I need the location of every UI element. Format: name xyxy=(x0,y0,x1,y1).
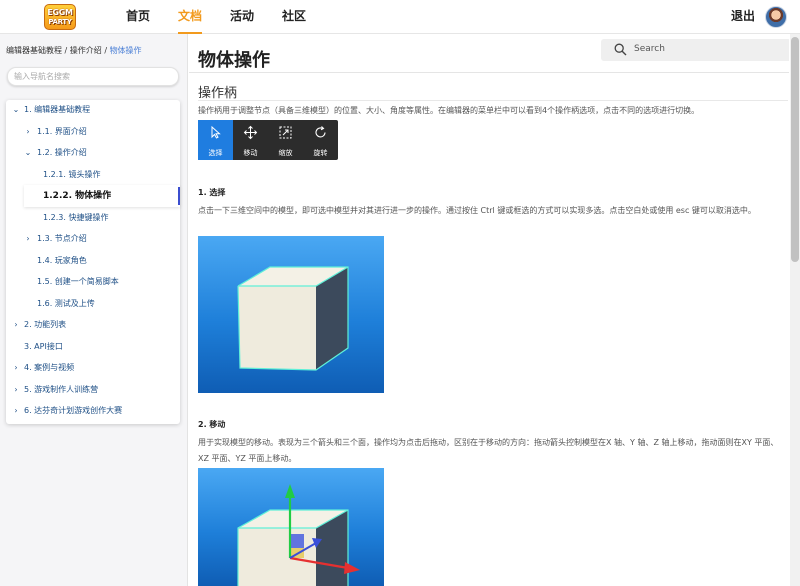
main-nav: 首页 文档 活动 社区 xyxy=(126,0,334,34)
scrollbar-thumb[interactable] xyxy=(791,37,799,262)
tool-label: 移动 xyxy=(243,149,258,157)
sidebar-item-contest[interactable]: › 6. 达芬奇计划游戏创作大赛 xyxy=(6,400,180,422)
section-title: 操作柄 xyxy=(198,86,238,101)
nav-tree: ⌄ 1. 编辑器基础教程 › 1.1. 界面介绍 ⌄ 1.2. 操作介绍 1.2… xyxy=(6,100,180,424)
search-label: Search xyxy=(634,44,665,54)
chevron-right-icon: › xyxy=(14,406,18,415)
sidebar-item-label: 1.2. 操作介绍 xyxy=(37,148,87,157)
nav-events[interactable]: 活动 xyxy=(230,0,254,34)
sidebar-item-label: 1.1. 界面介绍 xyxy=(37,126,87,136)
sidebar-item-object-ops[interactable]: 1.2.2. 物体操作 xyxy=(24,185,180,207)
select-demo-image xyxy=(198,236,384,393)
chevron-down-icon: ⌄ xyxy=(12,105,20,114)
sidebar-item-label: 1.4. 玩家角色 xyxy=(37,255,87,265)
active-indicator xyxy=(178,187,180,205)
title-divider xyxy=(189,72,789,73)
sidebar-item-test-upload[interactable]: 1.6. 测试及上传 xyxy=(6,293,180,315)
sidebar-item-label: 3. API接口 xyxy=(24,341,63,351)
sec2-title: 2. 移动 xyxy=(198,420,226,429)
sidebar-item-label: 1.3. 节点介绍 xyxy=(37,234,87,243)
doc-search-box[interactable]: Search xyxy=(601,39,789,61)
page-scrollbar[interactable] xyxy=(790,34,800,586)
avatar[interactable] xyxy=(765,6,787,28)
cursor-icon xyxy=(211,125,221,139)
sidebar-item-camera[interactable]: 1.2.1. 镜头操作 xyxy=(6,164,180,186)
sidebar-item-api[interactable]: 3. API接口 xyxy=(6,336,180,358)
move-demo-image xyxy=(198,468,384,586)
sec2-text: 用于实现模型的移动。表现为三个箭头和三个面，操作均为点击后拖动，区别在于移动的方… xyxy=(198,438,779,463)
tool-label: 旋转 xyxy=(313,149,328,157)
sidebar-item-label: 2. 功能列表 xyxy=(24,320,67,329)
sidebar-item-player[interactable]: 1.4. 玩家角色 xyxy=(6,250,180,272)
chevron-right-icon: › xyxy=(26,126,30,136)
sidebar-item-label: 1.2.1. 镜头操作 xyxy=(43,169,101,179)
breadcrumb-separator: / xyxy=(62,46,70,55)
breadcrumb-item[interactable]: 操作介绍 xyxy=(70,46,102,55)
tool-rotate[interactable]: 旋转 xyxy=(303,120,338,160)
sidebar: 编辑器基础教程 / 操作介绍 / 物体操作 ⌄ 1. 编辑器基础教程 › 1.1… xyxy=(0,34,188,586)
chevron-right-icon: › xyxy=(14,363,18,372)
nav-community[interactable]: 社区 xyxy=(282,0,306,34)
breadcrumb: 编辑器基础教程 / 操作介绍 / 物体操作 xyxy=(6,45,142,56)
sidebar-item-nodes[interactable]: › 1.3. 节点介绍 xyxy=(6,228,180,250)
chevron-right-icon: › xyxy=(14,320,18,329)
tool-label: 缩放 xyxy=(278,149,293,157)
nav-search-input[interactable] xyxy=(7,67,179,86)
top-header: EGGM PARTY 首页 文档 活动 社区 退出 xyxy=(0,0,800,34)
logo-text-bottom: PARTY xyxy=(48,18,72,26)
sidebar-item-camp[interactable]: › 5. 游戏制作人训练营 xyxy=(6,379,180,401)
nav-docs[interactable]: 文档 xyxy=(178,0,203,34)
rotate-icon xyxy=(315,126,326,138)
sidebar-item-label: 1.6. 测试及上传 xyxy=(37,298,95,308)
intro-text: 操作柄用于调整节点（具备三维模型）的位置、大小、角度等属性。在编辑器的菜单栏中可… xyxy=(198,106,700,115)
sidebar-item-label: 4. 案例与视频 xyxy=(24,363,75,372)
cube-move-illustration xyxy=(237,484,360,586)
nav-home[interactable]: 首页 xyxy=(126,0,150,34)
sidebar-item-label: 1.2.2. 物体操作 xyxy=(43,191,112,201)
sidebar-item-label: 6. 达芬奇计划游戏创作大赛 xyxy=(24,406,123,415)
main-content: 物体操作 Search 操作柄 操作柄用于调整节点（具备三维模型）的位置、大小、… xyxy=(189,34,789,586)
gizmo-toolbar: 选择 移动 缩放 旋转 xyxy=(198,120,338,160)
cube-illustration xyxy=(237,266,349,371)
breadcrumb-separator: / xyxy=(101,46,110,55)
logo-text-top: EGGM xyxy=(47,8,73,17)
tool-move[interactable]: 移动 xyxy=(233,120,268,160)
sidebar-item-label: 1.2.3. 快捷键操作 xyxy=(43,212,109,222)
sidebar-item-interface[interactable]: › 1.1. 界面介绍 xyxy=(6,121,180,143)
scale-icon xyxy=(279,126,292,139)
search-icon xyxy=(614,43,627,56)
sidebar-item-script[interactable]: 1.5. 创建一个简易脚本 xyxy=(6,271,180,293)
sidebar-item-label: 1. 编辑器基础教程 xyxy=(24,105,91,114)
page-title: 物体操作 xyxy=(198,50,270,71)
chevron-down-icon: ⌄ xyxy=(24,148,32,157)
breadcrumb-item[interactable]: 编辑器基础教程 xyxy=(6,46,62,55)
eggm-party-logo[interactable]: EGGM PARTY xyxy=(44,4,76,30)
breadcrumb-current: 物体操作 xyxy=(109,46,142,55)
sidebar-item-features[interactable]: › 2. 功能列表 xyxy=(6,314,180,336)
sidebar-item-shortcuts[interactable]: 1.2.3. 快捷键操作 xyxy=(6,207,180,229)
tool-label: 选择 xyxy=(208,149,223,157)
chevron-right-icon: › xyxy=(26,234,30,243)
chevron-right-icon: › xyxy=(14,384,18,394)
sidebar-item-cases[interactable]: › 4. 案例与视频 xyxy=(6,357,180,379)
sidebar-item-editor-basics[interactable]: ⌄ 1. 编辑器基础教程 xyxy=(6,99,180,121)
tool-scale[interactable]: 缩放 xyxy=(268,120,303,160)
sidebar-item-operations[interactable]: ⌄ 1.2. 操作介绍 xyxy=(6,142,180,164)
logout-button[interactable]: 退出 xyxy=(731,0,755,32)
sidebar-item-label: 1.5. 创建一个简易脚本 xyxy=(37,277,119,286)
sec1-title: 1. 选择 xyxy=(198,188,226,197)
section-divider xyxy=(198,100,788,101)
sidebar-item-label: 5. 游戏制作人训练营 xyxy=(24,384,99,394)
sec1-text: 点击一下三维空间中的模型，即可选中模型并对其进行进一步的操作。通过按住 Ctrl… xyxy=(198,206,756,215)
move-icon xyxy=(243,125,258,140)
tool-select[interactable]: 选择 xyxy=(198,120,233,160)
